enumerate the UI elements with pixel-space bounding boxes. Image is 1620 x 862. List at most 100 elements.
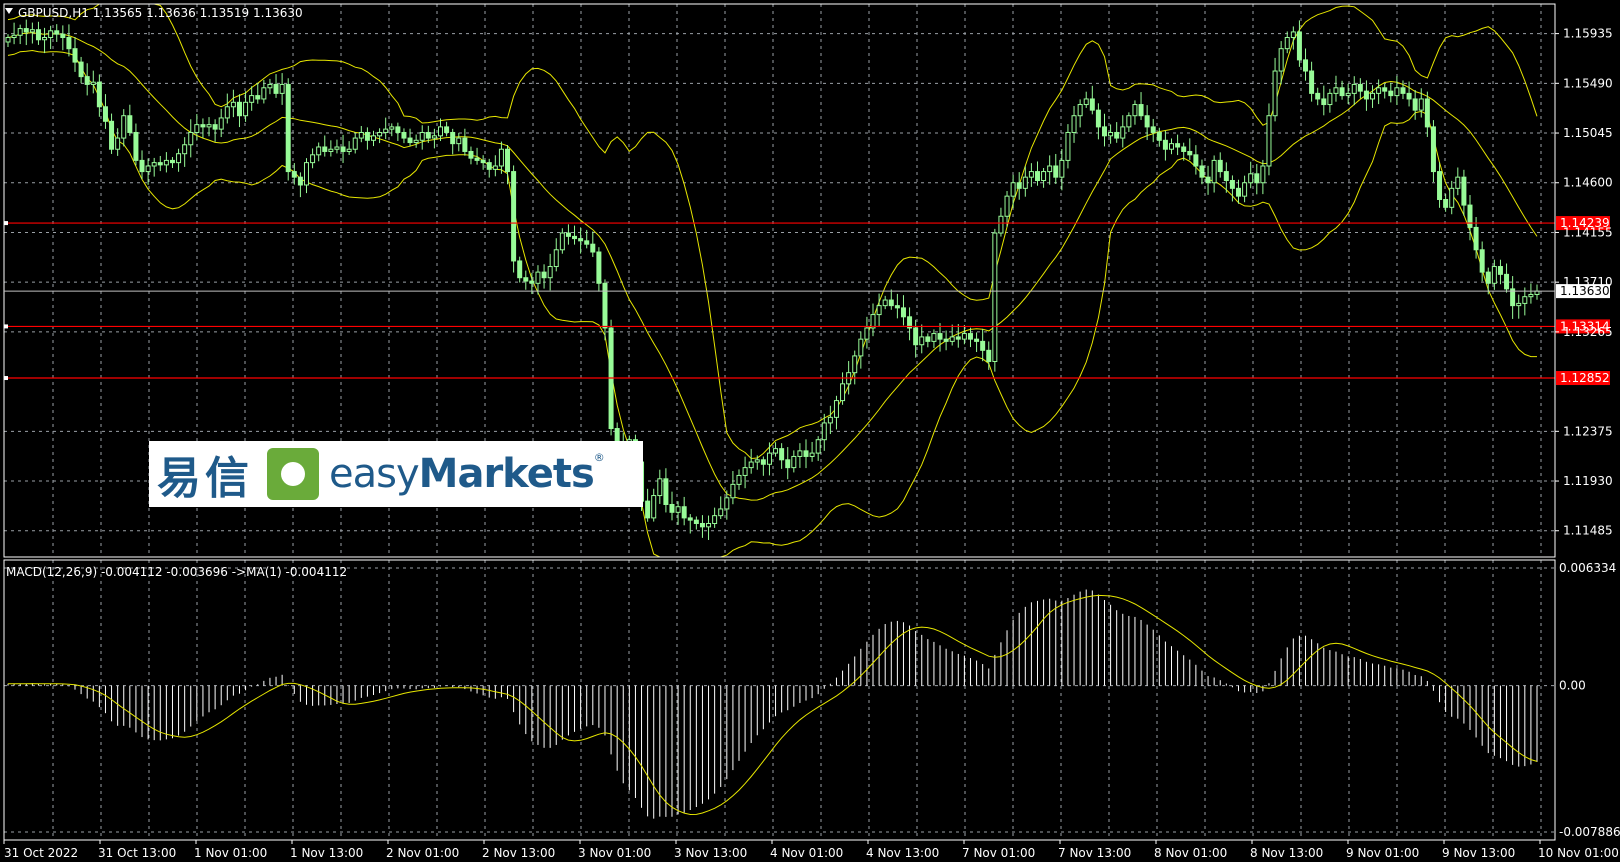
candle-body-up	[413, 139, 419, 144]
candle-body-down	[1162, 139, 1168, 150]
candle	[1315, 87, 1321, 106]
candle-body-down	[1254, 173, 1260, 184]
candle-body-up	[1449, 187, 1455, 208]
candle	[1504, 263, 1510, 293]
candle	[657, 469, 663, 504]
candle-body-up	[712, 515, 718, 524]
candle-body-down	[66, 37, 72, 50]
candle	[169, 157, 175, 169]
candle-body-down	[1400, 87, 1406, 94]
candle-body-down	[578, 238, 584, 242]
candle-body-down	[900, 307, 906, 318]
candle	[1394, 76, 1400, 106]
candle-body-down	[127, 115, 133, 133]
candle	[1034, 161, 1040, 186]
macd-panel-frame	[3, 559, 1556, 841]
candle-body-up	[1071, 115, 1077, 133]
candle-body-down	[955, 336, 961, 340]
candle-body-up	[864, 327, 870, 340]
candle-body-up	[163, 159, 169, 166]
candle-body-down	[1315, 92, 1321, 100]
candle	[1169, 138, 1175, 155]
candle	[66, 24, 72, 57]
candle-body-down	[1016, 182, 1022, 189]
dropdown-triangle-icon[interactable]	[5, 8, 13, 14]
candle	[200, 118, 206, 138]
candle-body-down	[72, 48, 78, 63]
candle	[1516, 294, 1522, 319]
candle	[1254, 164, 1260, 195]
y-tick-label: 1.11485	[1563, 524, 1613, 538]
candle	[827, 405, 833, 435]
candle	[389, 123, 395, 137]
candle	[1242, 175, 1248, 203]
candle-body-up	[1516, 302, 1522, 307]
candle	[565, 224, 571, 245]
candle-body-down	[1193, 154, 1199, 167]
axes: 1.159351.154901.150451.146001.141551.137…	[3, 3, 1620, 860]
candle-body-up	[949, 336, 955, 342]
candle-body-down	[450, 131, 456, 145]
candle	[279, 73, 285, 105]
candle	[779, 443, 785, 469]
candle-body-up	[1132, 104, 1138, 117]
candle-body-down	[974, 338, 980, 342]
candle	[1095, 103, 1101, 140]
candle	[748, 448, 754, 474]
candle-body-down	[1236, 187, 1242, 197]
candle	[645, 488, 651, 522]
candle	[1309, 61, 1315, 102]
candle-body-up	[1284, 37, 1290, 50]
x-tick-label: 7 Nov 13:00	[1058, 846, 1131, 860]
logo-icon	[267, 448, 319, 500]
candle-body-up	[1290, 31, 1296, 39]
candle-body-down	[200, 124, 206, 128]
candle-body-up	[90, 81, 96, 85]
candle	[498, 141, 504, 174]
level-handle	[4, 221, 8, 226]
candle-body-down	[1223, 171, 1229, 182]
trading-chart[interactable]: 1.142391.133141.12852 1.159351.154901.15…	[0, 0, 1620, 862]
candle-body-down	[468, 150, 474, 159]
candle-body-up	[833, 400, 839, 418]
candle-body-up	[961, 333, 967, 340]
candle	[1077, 99, 1083, 128]
candle-body-up	[431, 135, 437, 139]
candle-body-up	[1004, 195, 1010, 217]
x-tick-label: 4 Nov 01:00	[770, 846, 843, 860]
candle	[967, 327, 973, 348]
candle-body-up	[547, 266, 553, 279]
candle	[1217, 152, 1223, 178]
candle-body-up	[1534, 290, 1540, 295]
candle	[90, 70, 96, 94]
candle-body-down	[529, 280, 535, 284]
candle	[1461, 169, 1467, 216]
candle	[1010, 174, 1016, 209]
candle-body-down	[96, 81, 102, 108]
candle	[486, 158, 492, 178]
candle	[1101, 113, 1107, 147]
macd-y-tick-label: 0.006334	[1559, 561, 1616, 575]
candle	[833, 395, 839, 430]
candle	[1108, 124, 1114, 144]
candle	[1522, 287, 1528, 316]
candle-body-up	[316, 146, 322, 156]
candle	[1443, 193, 1449, 212]
candle	[785, 447, 791, 480]
candle	[651, 488, 657, 522]
candle-body-down	[565, 232, 571, 237]
candle	[78, 56, 84, 84]
candle	[669, 491, 675, 521]
candle	[5, 34, 11, 48]
candle	[1138, 92, 1144, 121]
candle	[1345, 83, 1351, 104]
x-tick-label: 8 Nov 01:00	[1154, 846, 1227, 860]
candle-body-up	[1394, 87, 1400, 97]
candle	[1497, 259, 1503, 285]
candle-body-down	[285, 83, 291, 173]
candle	[1260, 159, 1266, 195]
candle	[352, 132, 358, 154]
candle-body-up	[151, 162, 157, 167]
candle-body-up	[535, 271, 541, 284]
candle	[791, 450, 797, 473]
